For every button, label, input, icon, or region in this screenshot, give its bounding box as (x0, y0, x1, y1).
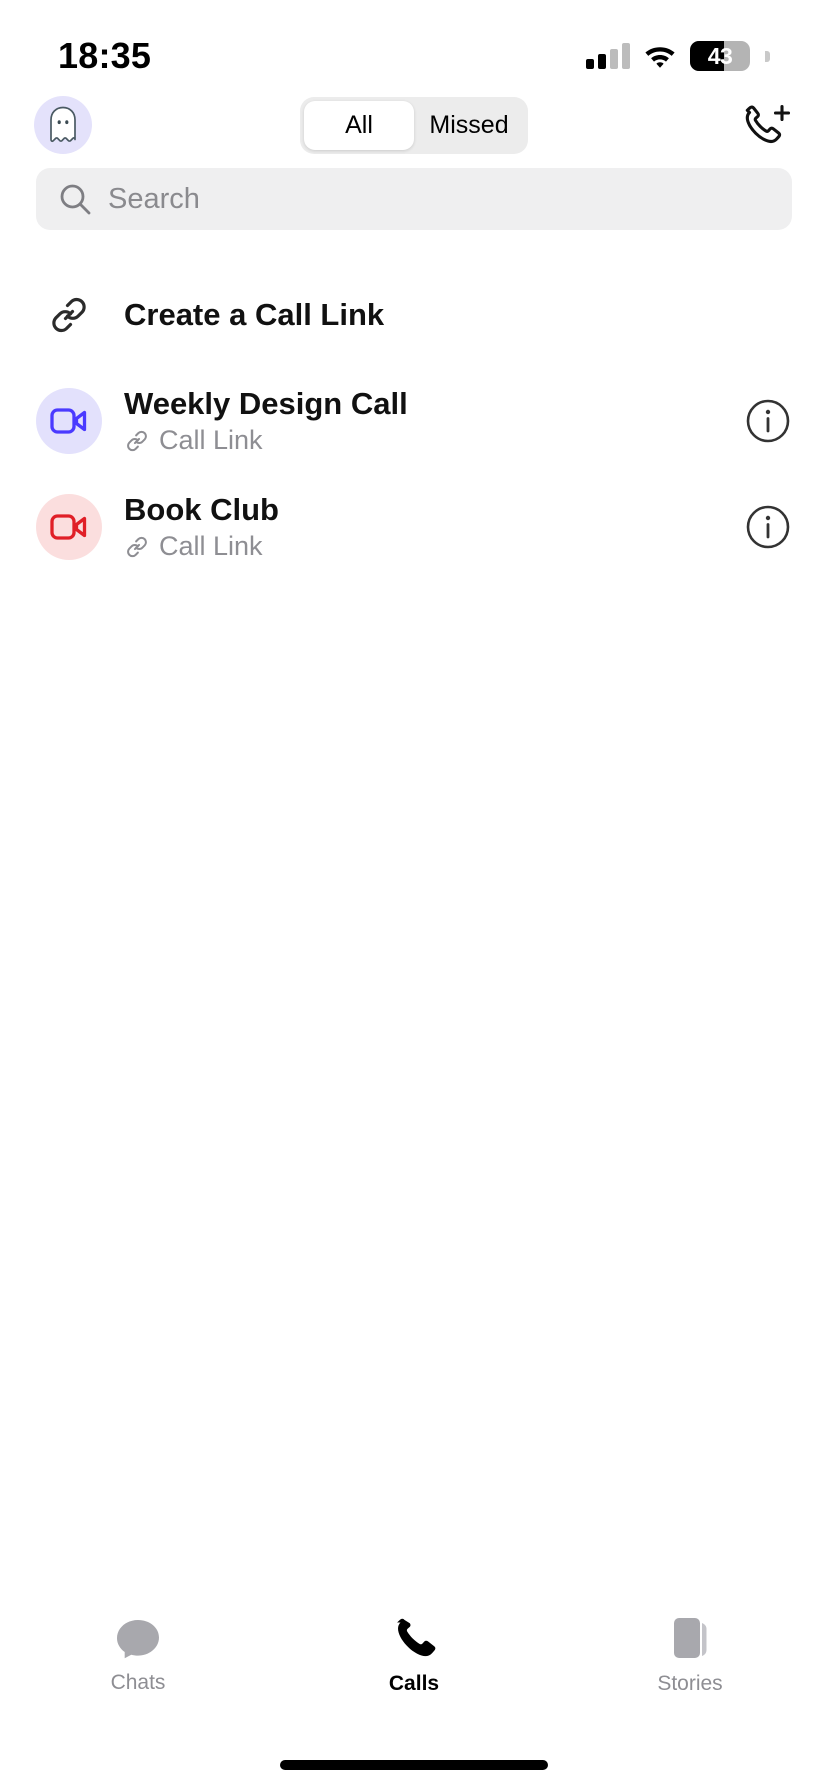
search-input[interactable]: Search (108, 183, 200, 216)
tab-label: Chats (110, 1671, 166, 1694)
tab-calls[interactable]: Calls (276, 1616, 552, 1696)
call-row-book-club[interactable]: Book Club Call Link (0, 474, 828, 580)
calls-screen: 18:35 43 All Missed Search Create a Call… (0, 0, 828, 1792)
search-icon (60, 184, 91, 215)
call-avatar (36, 388, 102, 454)
phone-plus-icon (745, 104, 791, 144)
call-title: Book Club (124, 491, 279, 527)
video-camera-icon (50, 408, 87, 434)
status-indicators: 43 (586, 41, 770, 71)
link-icon (127, 536, 147, 557)
phone-icon (397, 1618, 436, 1657)
status-bar: 18:35 43 (0, 0, 828, 90)
create-call-link-row[interactable]: Create a Call Link (0, 262, 828, 368)
call-info-button[interactable] (744, 397, 792, 445)
home-indicator (280, 1760, 548, 1770)
call-avatar (36, 494, 102, 560)
wifi-icon (643, 43, 677, 69)
call-row-weekly-design-call[interactable]: Weekly Design Call Call Link (0, 368, 828, 474)
tab-label: Calls (388, 1672, 440, 1695)
chat-bubble-icon (117, 1620, 159, 1659)
header-bar: All Missed (0, 92, 828, 158)
call-title: Weekly Design Call (124, 385, 408, 421)
ghost-avatar-icon (50, 106, 76, 143)
battery-icon: 43 (690, 41, 750, 71)
call-info-button[interactable] (744, 503, 792, 551)
battery-cap (765, 50, 770, 62)
call-subtitle: Call Link (159, 425, 263, 456)
tab-label: Stories (657, 1672, 723, 1695)
avatar[interactable] (34, 96, 92, 154)
tab-chats[interactable]: Chats (0, 1617, 276, 1695)
stories-icon (674, 1618, 707, 1658)
search-bar[interactable]: Search (36, 168, 792, 230)
cellular-signal-icon (586, 43, 630, 69)
status-time: 18:35 (58, 35, 152, 76)
create-call-link-label: Create a Call Link (124, 297, 385, 333)
video-camera-icon (50, 514, 87, 540)
battery-percent: 43 (707, 43, 733, 69)
calls-filter-segmented-control[interactable]: All Missed (300, 96, 528, 154)
tab-stories[interactable]: Stories (552, 1616, 828, 1696)
segment-all[interactable]: All (304, 100, 414, 150)
calls-list: Create a Call Link Weekly Design Call Ca… (0, 262, 828, 580)
bottom-tab-bar: Chats Calls Stories (0, 1596, 828, 1716)
info-circle-icon (746, 399, 790, 443)
call-subtitle: Call Link (159, 531, 263, 562)
new-call-button[interactable] (736, 96, 794, 154)
segment-missed[interactable]: Missed (414, 101, 524, 150)
link-icon (127, 430, 147, 451)
info-circle-icon (746, 505, 790, 549)
link-icon (52, 297, 86, 333)
